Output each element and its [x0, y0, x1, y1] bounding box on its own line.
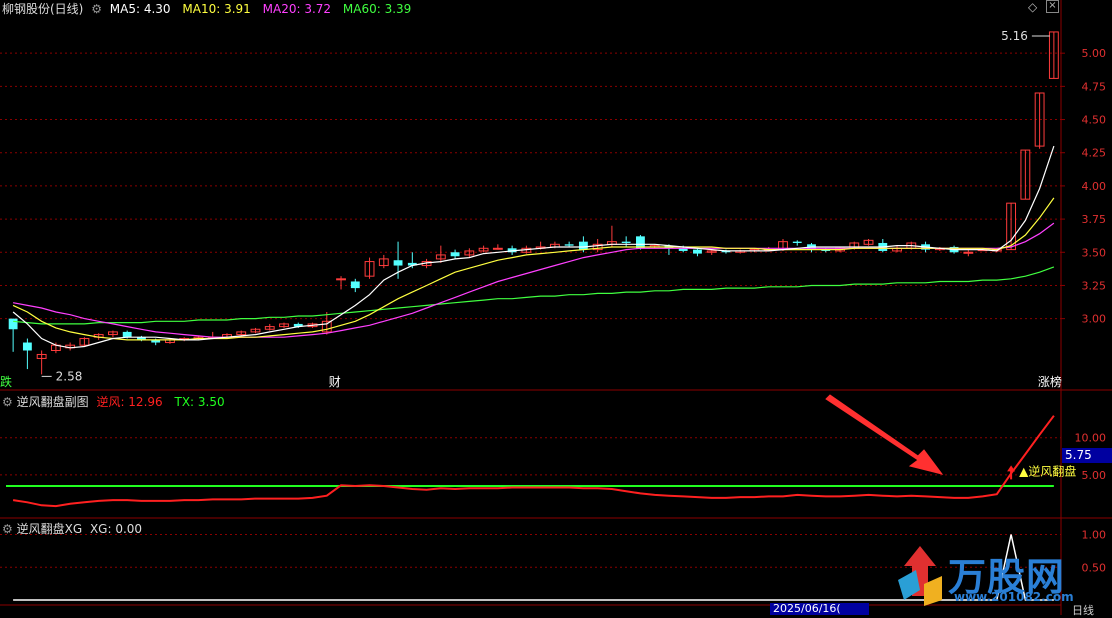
- xg-value: XG: 0.00: [89, 522, 143, 536]
- candle-body-down: [693, 249, 702, 254]
- marker-zhangbang: 涨榜: [1038, 374, 1062, 389]
- main-title-bar: 柳钢股份(日线) ⚙ MA5: 4.30 MA10: 3.91 MA20: 3.…: [2, 0, 411, 17]
- candle-body-down: [564, 244, 574, 246]
- candle-body-up: [492, 247, 503, 250]
- annotation-arrow: [825, 394, 944, 475]
- candle-body-up: [336, 278, 346, 281]
- candle-body-up: [963, 251, 974, 254]
- sub2-title: 逆风翻盘XG: [16, 522, 83, 536]
- y-tick-label: 10.00: [1075, 432, 1107, 445]
- nifeng-line: [12, 415, 1055, 508]
- marker-cai: 财: [329, 375, 341, 389]
- y-tick-label: 5.00: [1082, 469, 1107, 482]
- ma10-value: MA10: 3.91: [182, 2, 251, 16]
- candle-body-down: [350, 281, 360, 289]
- crosshair-date: 2025/06/16(: [770, 603, 869, 615]
- y-tick-label: 3.00: [1082, 313, 1107, 326]
- y-tick-label: 3.50: [1082, 246, 1107, 259]
- ma5-value: MA5: 4.30: [109, 2, 171, 16]
- y-tick-label: 3.75: [1082, 213, 1107, 226]
- candle-body-down: [22, 342, 32, 351]
- candle-body-down: [122, 331, 132, 338]
- bull-logo-icon: [898, 546, 942, 606]
- candle-body-down: [8, 318, 18, 330]
- y-tick-label: 4.00: [1082, 180, 1107, 193]
- watermark-url: www.201082.com: [954, 590, 1074, 604]
- ma20-value: MA20: 3.72: [262, 2, 332, 16]
- candle-body-down: [792, 241, 802, 243]
- gear-icon[interactable]: ⚙: [2, 522, 13, 536]
- high-label: 5.16: [1001, 29, 1028, 43]
- ma60-line: [13, 266, 1055, 325]
- stock-name: 柳钢股份(日线): [2, 2, 84, 16]
- y-tick-label: 4.75: [1082, 80, 1107, 93]
- candle-body-down: [578, 241, 588, 250]
- watermark-logo: 万股网 www.201082.com: [890, 540, 1108, 612]
- candle-body-down: [621, 241, 631, 243]
- tx-value: TX: 3.50: [174, 395, 225, 409]
- candle-body-down: [450, 252, 460, 257]
- y-tick-label: 3.25: [1082, 279, 1107, 292]
- y-tick-label: 5.00: [1082, 47, 1107, 60]
- y-tick-label: 4.50: [1082, 114, 1107, 127]
- y-tick-label: 4.25: [1082, 147, 1107, 160]
- marker-die: 跌: [0, 374, 12, 389]
- current-value-badge: 5.75: [1062, 448, 1112, 463]
- ma20-line: [12, 222, 1055, 338]
- ma5-line: [12, 145, 1055, 349]
- candle-body-down: [393, 260, 403, 266]
- sub2-title-bar: ⚙ 逆风翻盘XG XG: 0.00: [2, 520, 142, 537]
- diamond-icon[interactable]: ◇: [1028, 0, 1037, 14]
- ma10-line: [12, 197, 1055, 341]
- sub1-title: 逆风翻盘副图: [16, 395, 89, 409]
- gear-icon[interactable]: ⚙: [91, 2, 102, 16]
- sub1-title-bar: ⚙ 逆风翻盘副图 逆风: 12.96 TX: 3.50: [2, 393, 225, 410]
- low-label: 2.58: [56, 369, 83, 383]
- nifeng-value: 逆风: 12.96: [96, 395, 163, 409]
- gear-icon[interactable]: ⚙: [2, 395, 13, 409]
- ma60-value: MA60: 3.39: [342, 2, 412, 16]
- kline-chart: 3.00 3.25 3.50 3.75 4.00 4.25 4.50 4.75 5.00 5.16…: [0, 0, 1112, 615]
- close-icon[interactable]: ×: [1046, 0, 1059, 13]
- signal-label: ▲逆风翻盘: [1019, 463, 1076, 478]
